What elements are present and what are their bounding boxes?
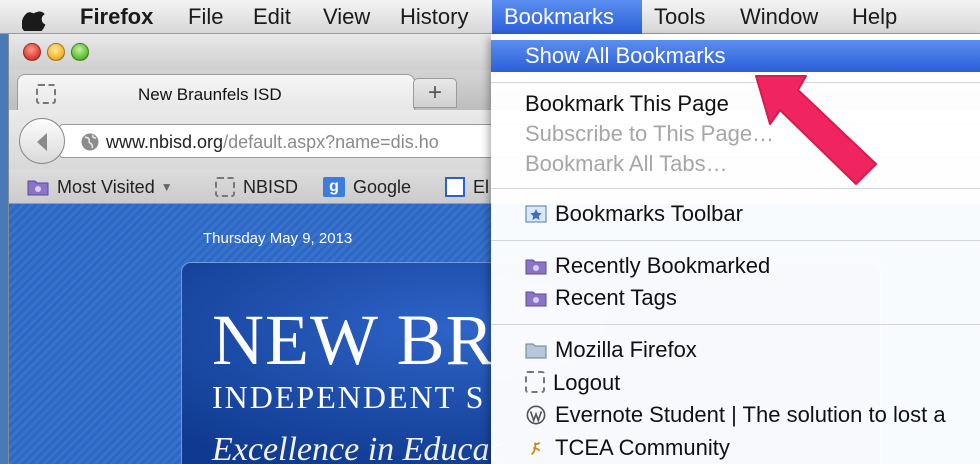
menu-item-label: TCEA Community (555, 435, 730, 460)
page-icon (445, 177, 465, 197)
menu-separator (491, 82, 980, 83)
menu-bookmarks[interactable]: Bookmarks (492, 0, 642, 34)
menu-separator (491, 324, 980, 325)
menu-view[interactable]: View (311, 0, 382, 34)
menu-item-evernote-student[interactable]: Evernote Student | The solution to lost … (491, 399, 980, 431)
url-text: www.nbisd.org/default.aspx?name=dis.ho (106, 132, 439, 153)
bookmarks-menu: Show All Bookmarks Bookmark This Page Su… (491, 34, 980, 464)
banner-subtitle: INDEPENDENT S (212, 379, 486, 415)
close-window-button[interactable] (23, 43, 41, 61)
menu-item-label: Recent Tags (555, 285, 677, 310)
menu-item-label: Logout (553, 370, 621, 395)
bookmark-label: Most Visited (57, 176, 155, 197)
menu-item-bookmarks-toolbar[interactable]: Bookmarks Toolbar (491, 198, 980, 230)
new-tab-button[interactable]: + (413, 78, 457, 108)
back-arrow-icon (37, 133, 47, 151)
menu-item-recent-tags[interactable]: Recent Tags (491, 282, 980, 314)
menu-item-mozilla-firefox[interactable]: Mozilla Firefox (491, 334, 980, 366)
page-icon (215, 177, 235, 197)
menu-help[interactable]: Help (840, 0, 909, 34)
menu-item-label: Evernote Student | The solution to lost … (555, 402, 946, 427)
tcea-icon (530, 441, 541, 456)
page-date: Thursday May 9, 2013 (203, 230, 353, 247)
folder-icon (27, 180, 49, 196)
bookmark-google[interactable]: g Google (323, 175, 411, 199)
page-icon (525, 371, 545, 393)
zoom-window-button[interactable] (71, 43, 89, 61)
bookmark-label: El (473, 176, 490, 197)
bookmark-label: NBISD (243, 176, 299, 197)
menu-window[interactable]: Window (728, 0, 830, 34)
bookmark-most-visited[interactable]: Most Visited ▼ (27, 175, 173, 199)
back-button[interactable] (19, 118, 65, 164)
menu-separator (491, 240, 980, 241)
pointer-arrow-annotation (755, 75, 877, 185)
bookmark-label: Google (353, 176, 412, 197)
tab-title: New Braunfels ISD (138, 85, 282, 104)
url-path: /default.aspx?name=dis.ho (223, 132, 439, 152)
banner-motto: Excellence in Educat (212, 431, 499, 464)
apple-icon[interactable] (22, 3, 48, 31)
menu-edit[interactable]: Edit (241, 0, 303, 34)
bookmark-nbisd[interactable]: NBISD (215, 175, 298, 199)
menu-app-firefox[interactable]: Firefox (68, 0, 165, 34)
page-favicon-icon (36, 84, 56, 104)
url-host: www.nbisd.org (106, 132, 224, 152)
menu-item-label: Bookmarks Toolbar (555, 201, 743, 226)
menu-item-show-all-bookmarks[interactable]: Show All Bookmarks (491, 40, 980, 72)
menu-tools[interactable]: Tools (642, 0, 717, 34)
folder-icon (525, 259, 547, 275)
menu-separator (491, 188, 980, 189)
chevron-down-icon: ▼ (160, 180, 173, 194)
menu-item-recently-bookmarked[interactable]: Recently Bookmarked (491, 250, 980, 282)
banner-title: NEW BR (212, 300, 495, 380)
menu-item-logout[interactable]: Logout (491, 367, 980, 399)
menu-file[interactable]: File (176, 0, 235, 34)
globe-icon (81, 133, 99, 151)
menu-item-bookmark-all-tabs: Bookmark All Tabs… (525, 151, 728, 176)
folder-icon (525, 291, 547, 307)
bookmark-el[interactable]: El (445, 175, 489, 199)
menu-item-bookmark-this-page[interactable]: Bookmark This Page (491, 88, 980, 120)
menu-item-label: Recently Bookmarked (555, 253, 771, 278)
minimize-window-button[interactable] (47, 43, 65, 61)
menu-history[interactable]: History (388, 0, 480, 34)
menu-item-subscribe: Subscribe to This Page… (525, 121, 775, 146)
menu-bar: Firefox File Edit View History Bookmarks… (0, 0, 980, 34)
tab-new-braunfels-isd[interactable]: New Braunfels ISD (17, 74, 415, 112)
menu-item-tcea-community[interactable]: TCEA Community (491, 432, 980, 464)
star-folder-icon (525, 205, 547, 223)
google-icon: g (323, 177, 345, 197)
menu-item-label: Mozilla Firefox (555, 337, 697, 362)
wordpress-icon (526, 405, 546, 425)
folder-icon (525, 343, 547, 359)
